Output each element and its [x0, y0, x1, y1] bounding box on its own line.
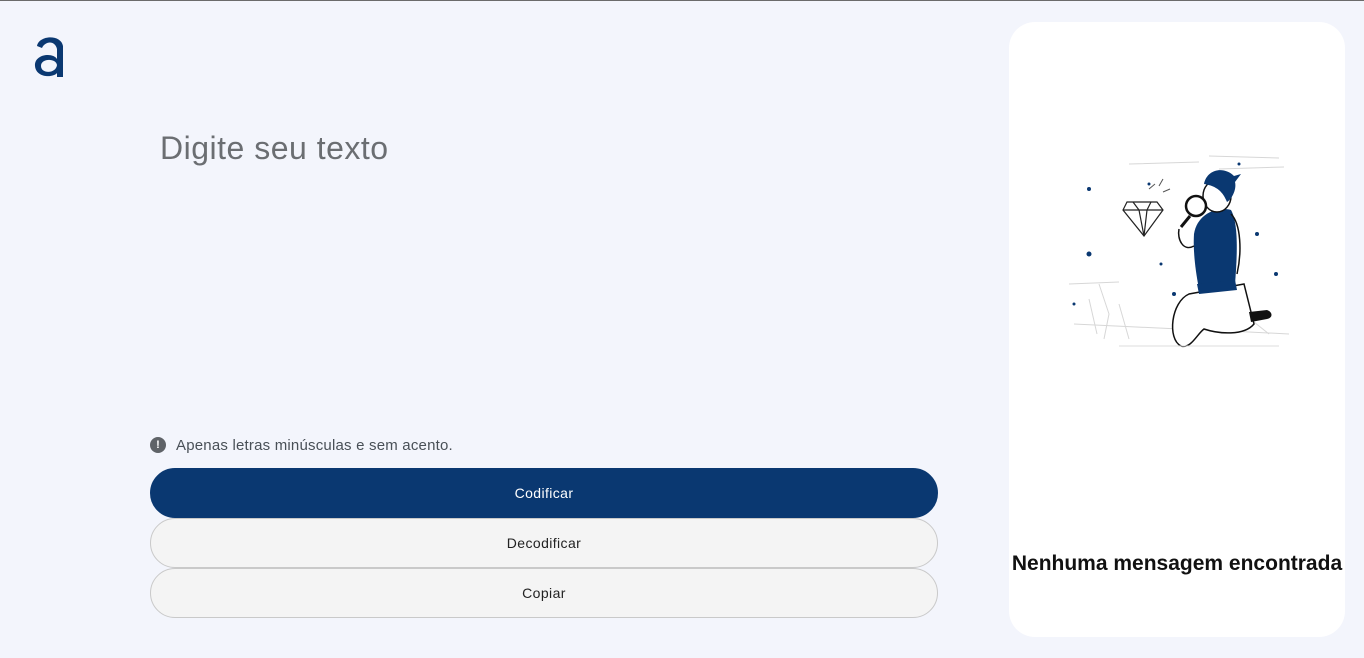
empty-output-title: Nenhuma mensagem encontrada — [1011, 552, 1343, 575]
hint-text: Apenas letras minúsculas e sem acento. — [176, 436, 453, 454]
exclamation-icon: ! — [150, 437, 166, 453]
copy-button[interactable]: Copiar — [150, 568, 938, 618]
person-with-magnifier-illustration — [1068, 155, 1290, 348]
decrypt-button[interactable]: Decodificar — [150, 518, 938, 568]
window-top-border — [0, 0, 1364, 1]
alura-logo-icon — [34, 37, 63, 77]
input-hint: ! Apenas letras minúsculas e sem acento. — [150, 436, 453, 454]
message-input[interactable] — [155, 130, 935, 410]
output-panel: Nenhuma mensagem encontrada — [1009, 22, 1345, 637]
encrypt-button[interactable]: Codificar — [150, 468, 938, 518]
